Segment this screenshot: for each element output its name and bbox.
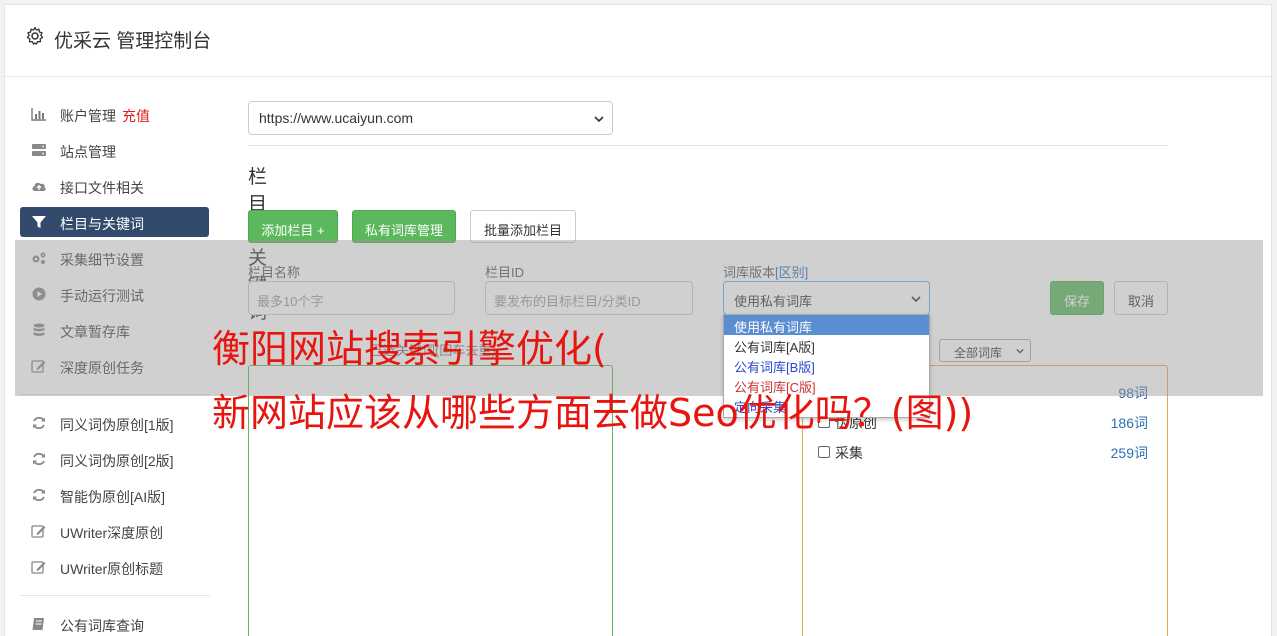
header: 优采云 管理控制台 xyxy=(5,5,1271,77)
sidebar-item-uwriter-title[interactable]: UWriter原创标题 xyxy=(20,552,209,582)
filter-icon xyxy=(32,216,46,228)
gear-icon xyxy=(26,26,44,45)
sidebar-item-label: UWriter原创标题 xyxy=(60,561,164,577)
batch-add-button[interactable]: 批量添加栏目 xyxy=(470,210,576,243)
library-item[interactable]: 采集 259词 xyxy=(818,443,1148,463)
sidebar-item-columns[interactable]: 栏目与关键词 xyxy=(20,207,209,237)
edit-icon xyxy=(31,561,46,574)
sidebar-item-label: 智能伪原创[AI版] xyxy=(60,489,166,505)
sidebar-item-synonym-v1[interactable]: 同义词伪原创[1版] xyxy=(20,408,209,438)
cloud-upload-icon xyxy=(32,182,46,191)
sidebar-divider xyxy=(20,595,210,596)
library-checkbox[interactable] xyxy=(818,446,830,458)
sidebar-item-public-lib[interactable]: 公有词库查询 xyxy=(20,609,209,636)
site-select-value: https://www.ucaiyun.com xyxy=(259,110,414,126)
sidebar-item-label: 站点管理 xyxy=(60,144,116,160)
chevron-down-icon xyxy=(594,116,604,123)
divider xyxy=(248,145,1168,146)
sidebar-item-sites[interactable]: 站点管理 xyxy=(20,135,209,165)
sidebar-item-uwriter-deep[interactable]: UWriter深度原创 xyxy=(20,516,209,546)
sidebar-item-ai-rewrite[interactable]: 智能伪原创[AI版] xyxy=(20,480,209,510)
book-icon xyxy=(32,618,44,630)
sidebar-item-label: 账户管理 xyxy=(60,108,116,124)
sidebar-item-label: 栏目与关键词 xyxy=(60,216,144,232)
add-column-button[interactable]: 添加栏目 + xyxy=(248,210,338,243)
library-name: 采集 xyxy=(835,445,863,461)
modal-overlay xyxy=(15,240,1263,396)
refresh-icon xyxy=(33,452,45,466)
recharge-link[interactable]: 充值 xyxy=(122,108,150,124)
watermark-line-1: 衡阳网站搜索引擎优化( xyxy=(212,327,607,371)
refresh-icon xyxy=(33,488,45,502)
sidebar-item-label: 接口文件相关 xyxy=(60,180,144,196)
site-select[interactable]: https://www.ucaiyun.com xyxy=(248,101,613,135)
library-count: 186词 xyxy=(1110,415,1148,431)
sidebar-item-synonym-v2[interactable]: 同义词伪原创[2版] xyxy=(20,444,209,474)
watermark-line-2: 新网站应该从哪些方面去做Seo优化吗？(图)) xyxy=(212,391,974,435)
dropdown-option[interactable]: 公有词库[B版] xyxy=(724,355,929,375)
refresh-icon xyxy=(33,416,45,430)
dropdown-option[interactable]: 使用私有词库 xyxy=(724,315,929,335)
page-title: 优采云 管理控制台 xyxy=(54,31,212,52)
sidebar-item-label: 同义词伪原创[1版] xyxy=(60,417,174,433)
sidebar-item-label: 公有词库查询 xyxy=(60,618,144,634)
server-icon xyxy=(32,144,46,156)
edit-icon xyxy=(31,525,46,538)
bar-chart-icon xyxy=(31,108,46,121)
sidebar-item-interface[interactable]: 接口文件相关 xyxy=(20,171,209,201)
private-lib-button[interactable]: 私有词库管理 xyxy=(352,210,456,243)
sidebar-item-label: 同义词伪原创[2版] xyxy=(60,453,174,469)
library-count: 259词 xyxy=(1110,445,1148,461)
sidebar-item-account[interactable]: 账户管理 充值 xyxy=(20,99,209,129)
dropdown-option[interactable]: 公有词库[A版] xyxy=(724,335,929,355)
sidebar-item-label: UWriter深度原创 xyxy=(60,525,164,541)
